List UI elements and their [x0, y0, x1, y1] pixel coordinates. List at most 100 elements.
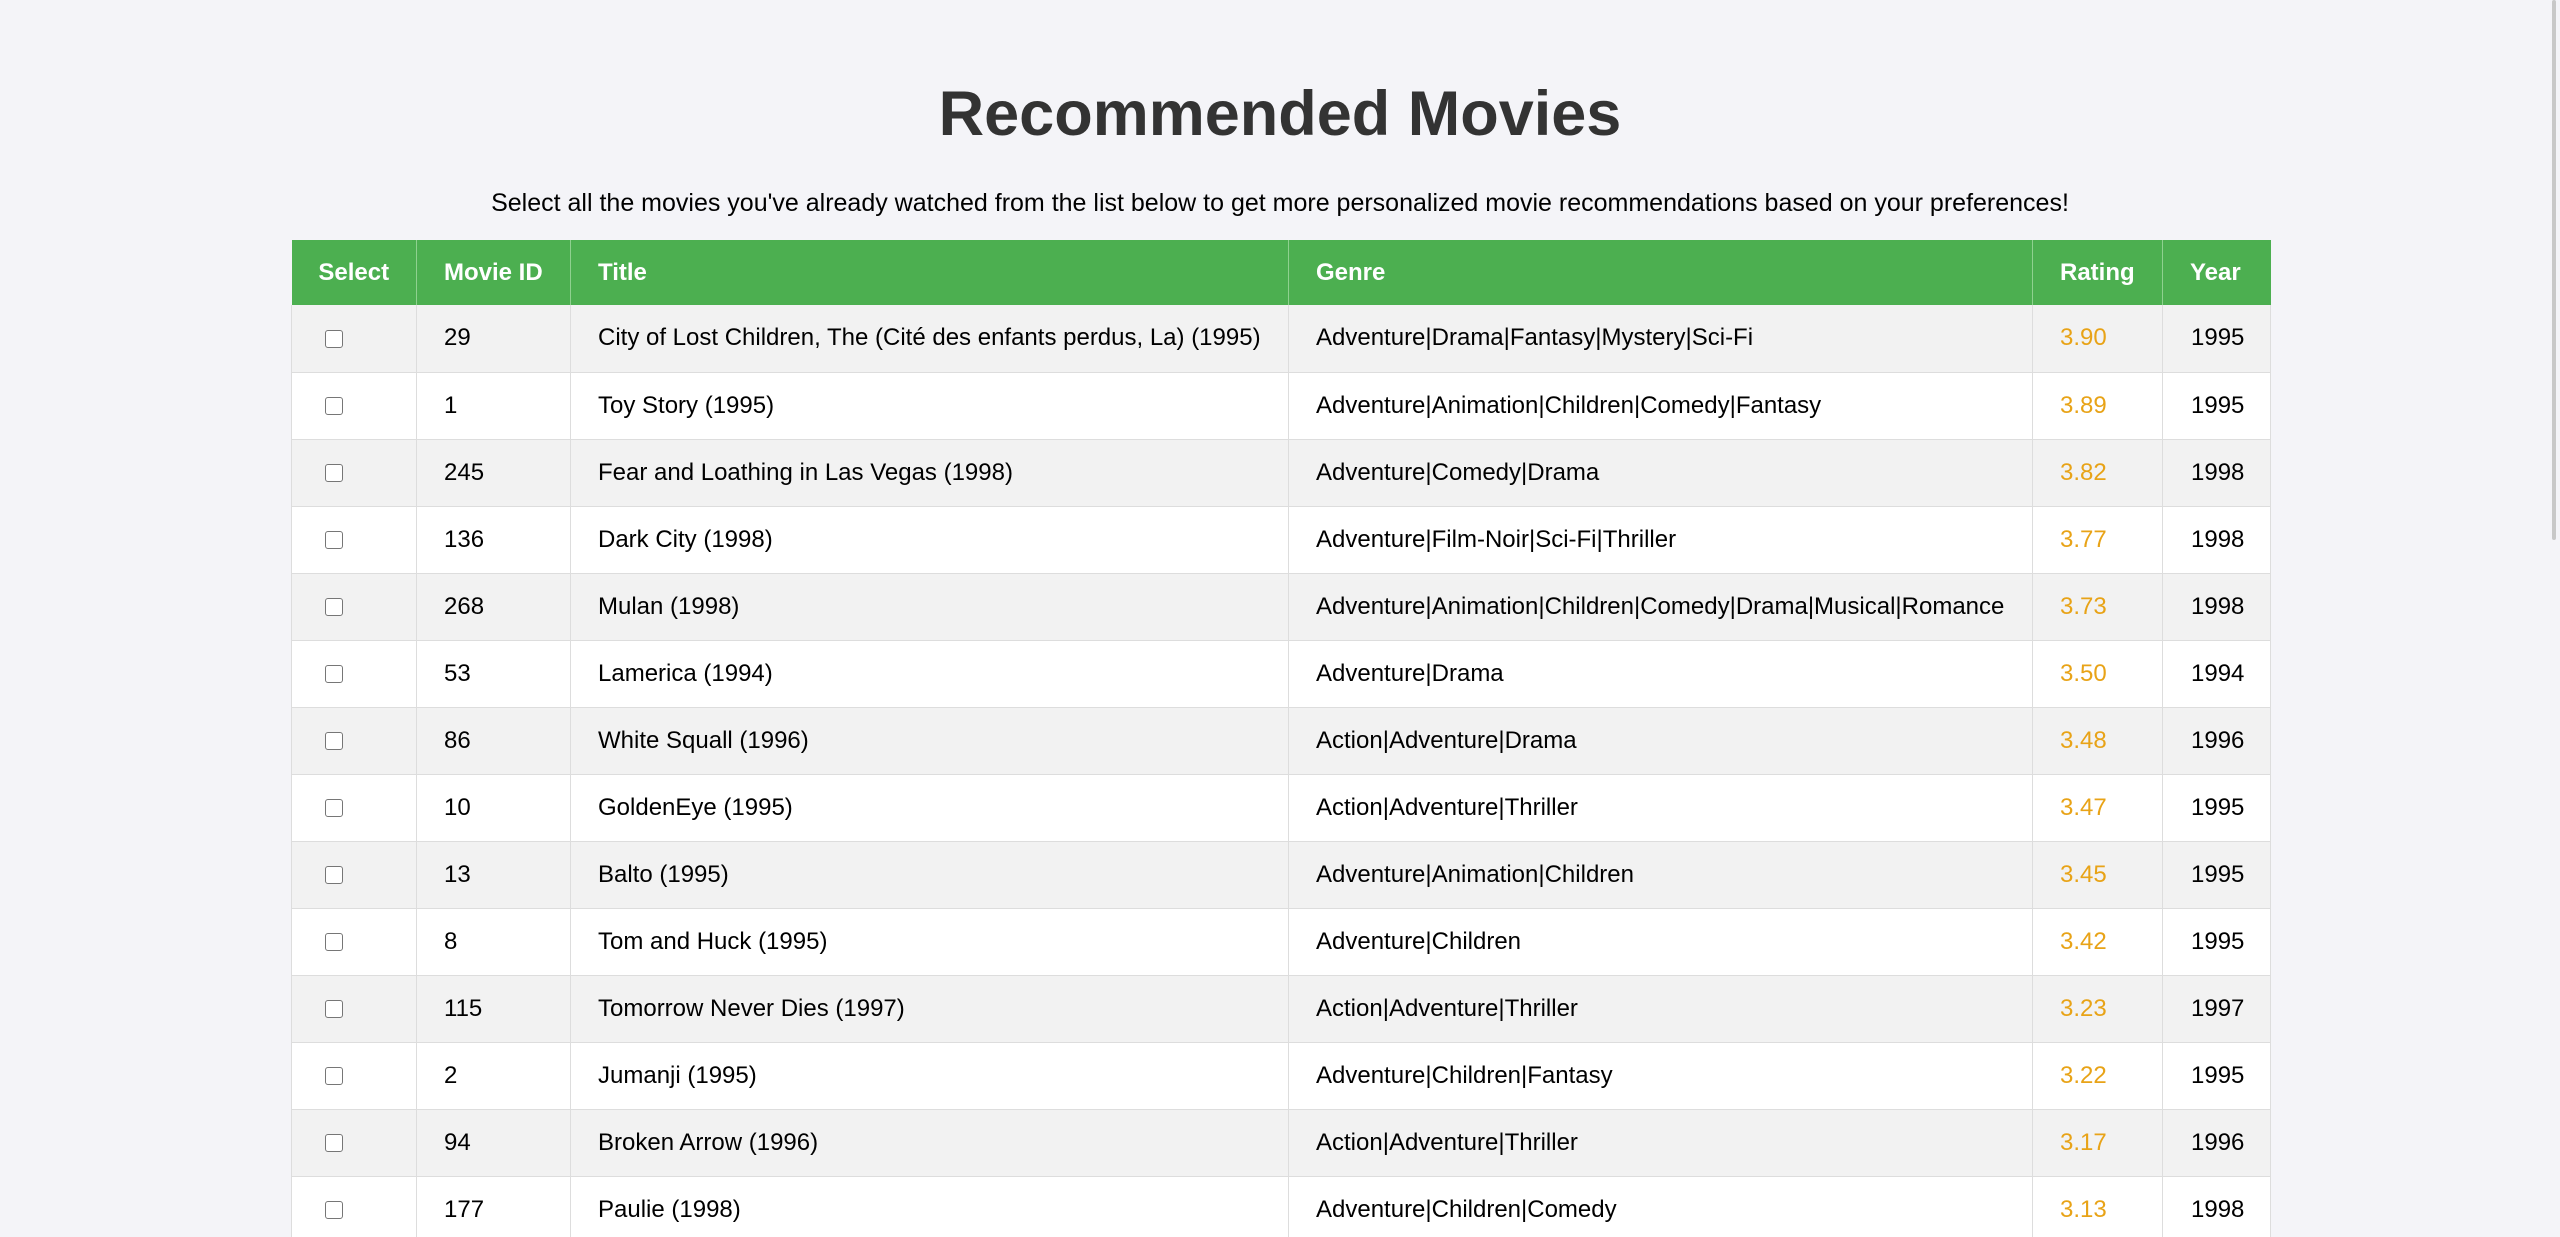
movie-year-cell: 1998 — [2162, 506, 2271, 574]
table-body: 29 City of Lost Children, The (Cité des e… — [291, 305, 2271, 1237]
movie-year-cell: 1998 — [2162, 573, 2271, 641]
movie-id-cell: 86 — [416, 707, 571, 775]
movie-select-checkbox[interactable] — [325, 531, 343, 550]
movie-title-cell: Mulan (1998) — [570, 573, 1289, 641]
movie-rating-cell: 3.17 — [2032, 1109, 2163, 1177]
table-row: 268 Mulan (1998) Adventure|Animation|Child… — [291, 573, 2271, 641]
movie-title-cell: Toy Story (1995) — [570, 372, 1289, 440]
movie-select-checkbox[interactable] — [325, 1067, 343, 1086]
movie-rating-cell: 3.45 — [2032, 841, 2163, 909]
movie-select-checkbox[interactable] — [325, 866, 343, 885]
movie-title-cell: Tom and Huck (1995) — [570, 908, 1289, 976]
movie-rating-cell: 3.82 — [2032, 439, 2163, 507]
header-rating: Rating — [2032, 240, 2163, 305]
header-genre: Genre — [1288, 240, 2033, 305]
select-cell — [291, 640, 417, 708]
movie-title-cell: Dark City (1998) — [570, 506, 1289, 574]
movie-year-cell: 1994 — [2162, 640, 2271, 708]
movie-genre-cell: Adventure|Animation|Children|Comedy|Dram… — [1288, 573, 2033, 641]
select-cell — [291, 908, 417, 976]
movie-id-cell: 13 — [416, 841, 571, 909]
movie-id-cell: 136 — [416, 506, 571, 574]
page-subtitle: Select all the movies you've already wat… — [491, 189, 2069, 217]
movie-title-cell: Jumanji (1995) — [570, 1042, 1289, 1110]
movie-rating-cell: 3.73 — [2032, 573, 2163, 641]
movie-id-cell: 94 — [416, 1109, 571, 1177]
movie-genre-cell: Action|Adventure|Thriller — [1288, 1109, 2033, 1177]
select-cell — [291, 1042, 417, 1110]
movie-year-cell: 1998 — [2162, 1176, 2271, 1237]
movie-id-cell: 245 — [416, 439, 571, 507]
movie-rating-cell: 3.50 — [2032, 640, 2163, 708]
movie-genre-cell: Adventure|Drama|Fantasy|Mystery|Sci-Fi — [1288, 305, 2033, 373]
movie-rating-cell: 3.90 — [2032, 305, 2163, 373]
movie-id-cell: 1 — [416, 372, 571, 440]
movie-genre-cell: Adventure|Comedy|Drama — [1288, 439, 2033, 507]
movie-id-cell: 53 — [416, 640, 571, 708]
movie-rating-cell: 3.48 — [2032, 707, 2163, 775]
movie-year-cell: 1997 — [2162, 975, 2271, 1043]
select-cell — [291, 975, 417, 1043]
movie-year-cell: 1995 — [2162, 841, 2271, 909]
movie-genre-cell: Adventure|Animation|Children|Comedy|Fant… — [1288, 372, 2033, 440]
table-row: 94 Broken Arrow (1996) Action|Adventure|Th… — [291, 1109, 2271, 1177]
movie-genre-cell: Adventure|Drama — [1288, 640, 2033, 708]
movie-select-checkbox[interactable] — [325, 598, 343, 617]
select-cell — [291, 372, 417, 440]
header-title: Title — [570, 240, 1289, 305]
table-row: 8 Tom and Huck (1995) Adventure|Children 3.… — [291, 908, 2271, 976]
movie-genre-cell: Action|Adventure|Thriller — [1288, 975, 2033, 1043]
movie-title-cell: City of Lost Children, The (Cité des enf… — [570, 305, 1289, 373]
movie-select-checkbox[interactable] — [325, 933, 343, 952]
select-cell — [291, 573, 417, 641]
movie-rating-cell: 3.77 — [2032, 506, 2163, 574]
movie-title-cell: Lamerica (1994) — [570, 640, 1289, 708]
movies-table: Select Movie ID Title Genre Rating Year … — [291, 240, 2271, 1237]
table-row: 245 Fear and Loathing in Las Vegas (1998)… — [291, 439, 2271, 507]
movie-select-checkbox[interactable] — [325, 397, 343, 416]
movie-rating-cell: 3.42 — [2032, 908, 2163, 976]
movie-genre-cell: Adventure|Children|Comedy — [1288, 1176, 2033, 1237]
movie-title-cell: Broken Arrow (1996) — [570, 1109, 1289, 1177]
page: Recommended Movies Select all the movies… — [0, 0, 2560, 1237]
movie-title-cell: Tomorrow Never Dies (1997) — [570, 975, 1289, 1043]
movie-rating-cell: 3.89 — [2032, 372, 2163, 440]
movie-select-checkbox[interactable] — [325, 1000, 343, 1019]
movie-id-cell: 2 — [416, 1042, 571, 1110]
select-cell — [291, 506, 417, 574]
movie-title-cell: GoldenEye (1995) — [570, 774, 1289, 842]
movie-year-cell: 1996 — [2162, 1109, 2271, 1177]
movie-id-cell: 10 — [416, 774, 571, 842]
movie-select-checkbox[interactable] — [325, 799, 343, 818]
table-row: 53 Lamerica (1994) Adventure|Drama 3.50 1994 — [291, 640, 2271, 708]
movie-year-cell: 1995 — [2162, 372, 2271, 440]
table-row: 2 Jumanji (1995) Adventure|Children|Fantas… — [291, 1042, 2271, 1110]
movie-genre-cell: Adventure|Children|Fantasy — [1288, 1042, 2033, 1110]
select-cell — [291, 305, 417, 373]
table-row: 177 Paulie (1998) Adventure|Children|Comed… — [291, 1176, 2271, 1237]
movie-year-cell: 1995 — [2162, 774, 2271, 842]
movie-rating-cell: 3.13 — [2032, 1176, 2163, 1237]
select-cell — [291, 1176, 417, 1237]
movie-rating-cell: 3.22 — [2032, 1042, 2163, 1110]
select-cell — [291, 439, 417, 507]
movie-select-checkbox[interactable] — [325, 464, 343, 483]
scrollbar-thumb[interactable] — [2552, 0, 2556, 540]
table-row: 29 City of Lost Children, The (Cité des e… — [291, 305, 2271, 373]
table-row: 86 White Squall (1996) Action|Adventure|Dr… — [291, 707, 2271, 775]
header-year: Year — [2162, 240, 2271, 305]
movie-select-checkbox[interactable] — [325, 329, 343, 348]
page-title: Recommended Movies — [938, 79, 1622, 149]
movie-id-cell: 268 — [416, 573, 571, 641]
movie-genre-cell: Action|Adventure|Thriller — [1288, 774, 2033, 842]
movie-select-checkbox[interactable] — [325, 1201, 343, 1220]
movie-select-checkbox[interactable] — [325, 1134, 343, 1153]
movie-select-checkbox[interactable] — [325, 665, 343, 684]
movie-title-cell: Balto (1995) — [570, 841, 1289, 909]
vertical-scrollbar[interactable] — [2543, 0, 2560, 1237]
movie-title-cell: Paulie (1998) — [570, 1176, 1289, 1237]
select-cell — [291, 841, 417, 909]
movie-id-cell: 177 — [416, 1176, 571, 1237]
movie-select-checkbox[interactable] — [325, 732, 343, 751]
table-row: 115 Tomorrow Never Dies (1997) Action|Adve… — [291, 975, 2271, 1043]
